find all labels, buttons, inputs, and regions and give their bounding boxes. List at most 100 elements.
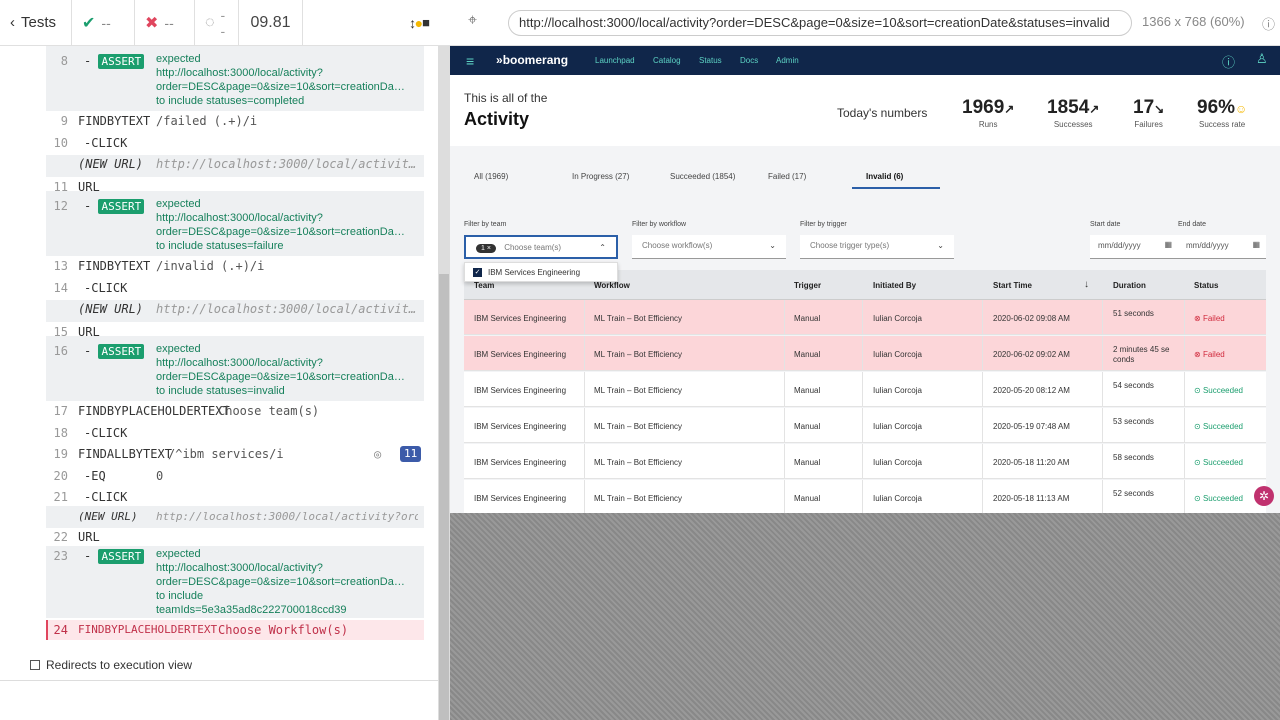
- column-separator: [784, 372, 785, 407]
- cell-initiated-by: Iulian Corcoja: [873, 386, 922, 395]
- selector-playground-icon[interactable]: ⌖: [468, 12, 477, 30]
- team-filter-label: Filter by team: [464, 221, 507, 228]
- user-icon[interactable]: ♙: [1256, 51, 1268, 67]
- stat-success-rate: 96%☺ Success rate: [1197, 97, 1248, 129]
- team-dropdown-option[interactable]: ✓ IBM Services Engineering: [464, 262, 618, 282]
- assert-expected: expected http://localhost:3000/local/act…: [156, 343, 405, 397]
- tab-failed[interactable]: Failed (17): [768, 172, 806, 189]
- cell-workflow: ML Train – Bot Efficiency: [594, 386, 683, 395]
- help-icon[interactable]: ⓘ: [1222, 52, 1235, 71]
- runner-scrollbar-thumb[interactable]: [439, 274, 449, 720]
- start-date-input[interactable]: mm/dd/yyyy ▦: [1090, 235, 1178, 259]
- table-row[interactable]: IBM Services Engineering ML Train – Bot E…: [464, 372, 1266, 407]
- check-icon: ✔: [82, 14, 96, 32]
- stop-icon[interactable]: ■: [422, 15, 430, 30]
- col-team[interactable]: Team: [474, 281, 494, 290]
- tab-succeeded[interactable]: Succeeded (1854): [670, 172, 735, 189]
- cell-workflow: ML Train – Bot Efficiency: [594, 350, 683, 359]
- cell-initiated-by: Iulian Corcoja: [873, 314, 922, 323]
- col-status[interactable]: Status: [1194, 281, 1218, 290]
- workflow-filter-select[interactable]: Choose workflow(s) ⌄: [632, 235, 786, 259]
- cell-trigger: Manual: [794, 494, 821, 503]
- status-text: Succeeded: [1202, 422, 1243, 431]
- url-input[interactable]: http://localhost:3000/local/activity?ord…: [508, 10, 1132, 36]
- chevrons-icon: »: [496, 53, 503, 67]
- chevron-down-icon: ⌄: [769, 241, 776, 250]
- trigger-filter-select[interactable]: Choose trigger type(s) ⌄: [800, 235, 954, 259]
- nav-status[interactable]: Status: [699, 56, 722, 65]
- smiley-icon: ☺: [1235, 102, 1248, 116]
- tab-invalid[interactable]: Invalid (6): [852, 172, 940, 189]
- tab-all[interactable]: All (1969): [474, 172, 508, 189]
- team-option-label: IBM Services Engineering: [488, 267, 581, 277]
- nav-catalog[interactable]: Catalog: [653, 56, 681, 65]
- selected-count-chip[interactable]: 1 ×: [476, 244, 496, 253]
- column-separator: [1184, 480, 1185, 513]
- passed-count: ✔ --: [72, 0, 135, 46]
- column-separator: [982, 444, 983, 479]
- error-circle-icon: ⊗: [1194, 350, 1203, 359]
- calendar-icon: ▦: [1252, 240, 1260, 249]
- check-circle-icon: ⊙: [1194, 386, 1203, 395]
- checkbox-checked-icon[interactable]: ✓: [473, 267, 482, 277]
- command-log: 8 - ASSERT expected http://localhost:300…: [46, 46, 424, 640]
- col-trigger[interactable]: Trigger: [794, 281, 821, 290]
- aut-url-bar: ⌖ http://localhost:3000/local/activity?o…: [450, 0, 1280, 46]
- column-separator: [982, 372, 983, 407]
- nav-admin[interactable]: Admin: [776, 56, 799, 65]
- cell-status: ⊙ Succeeded: [1194, 494, 1243, 503]
- column-separator: [584, 408, 585, 443]
- tests-nav-button[interactable]: ‹ Tests: [0, 0, 72, 46]
- col-initiated-by[interactable]: Initiated By: [873, 281, 916, 290]
- cell-initiated-by: Iulian Corcoja: [873, 494, 922, 503]
- nav-launchpad[interactable]: Launchpad: [595, 56, 635, 65]
- column-separator: [982, 300, 983, 335]
- end-date-input[interactable]: mm/dd/yyyy ▦: [1178, 235, 1266, 259]
- cell-duration: 52 seconds: [1113, 489, 1154, 498]
- info-icon[interactable]: ⓘ: [1262, 14, 1275, 33]
- sort-arrow-down-icon[interactable]: ↓: [1084, 279, 1089, 290]
- col-duration[interactable]: Duration: [1113, 281, 1146, 290]
- pending-count: ◌ --: [195, 0, 239, 46]
- redirects-checkbox[interactable]: Redirects to execution view: [30, 658, 192, 672]
- col-start-time[interactable]: Start Time: [993, 281, 1032, 290]
- passed-value: --: [101, 14, 111, 31]
- hamburger-menu-icon[interactable]: ≡: [466, 53, 474, 69]
- table-row[interactable]: IBM Services Engineering ML Train – Bot E…: [464, 300, 1266, 335]
- arrow-up-right-icon: ↗: [1089, 102, 1100, 116]
- cell-trigger: Manual: [794, 314, 821, 323]
- table-row[interactable]: IBM Services Engineering ML Train – Bot E…: [464, 336, 1266, 371]
- table-row[interactable]: IBM Services Engineering ML Train – Bot E…: [464, 480, 1266, 513]
- cell-duration: 58 seconds: [1113, 453, 1154, 462]
- checkbox-icon[interactable]: [30, 660, 40, 670]
- table-row[interactable]: IBM Services Engineering ML Train – Bot E…: [464, 408, 1266, 443]
- cell-start-time: 2020-06-02 09:08 AM: [993, 314, 1070, 323]
- table-row[interactable]: IBM Services Engineering ML Train – Bot E…: [464, 444, 1266, 479]
- cell-start-time: 2020-06-02 09:02 AM: [993, 350, 1070, 359]
- column-separator: [862, 480, 863, 513]
- stat-successes: 1854↗ Successes: [1047, 97, 1100, 129]
- nav-docs[interactable]: Docs: [740, 56, 758, 65]
- brand-logo[interactable]: »boomerang: [496, 53, 568, 67]
- empty-viewport-area: [450, 513, 1280, 720]
- tests-label: Tests: [21, 14, 57, 31]
- team-filter-placeholder: Choose team(s): [504, 243, 562, 252]
- app-navbar: ≡ »boomerang Launchpad Catalog Status Do…: [450, 46, 1280, 75]
- redirects-label: Redirects to execution view: [46, 658, 193, 672]
- scroll-toggle-icon[interactable]: ↕: [409, 15, 416, 31]
- debug-overlay-icon[interactable]: ✲: [1254, 486, 1274, 506]
- eye-hidden-icon[interactable]: ◎: [374, 447, 381, 461]
- cell-team: IBM Services Engineering: [474, 350, 567, 359]
- cell-duration: 54 seconds: [1113, 381, 1154, 390]
- col-workflow[interactable]: Workflow: [594, 281, 630, 290]
- column-separator: [1184, 300, 1185, 335]
- cell-workflow: ML Train – Bot Efficiency: [594, 494, 683, 503]
- arrow-down-right-icon: ↘: [1154, 102, 1165, 116]
- tab-in-progress[interactable]: In Progress (27): [572, 172, 629, 189]
- cell-start-time: 2020-05-19 07:48 AM: [993, 422, 1070, 431]
- cell-duration: 51 seconds: [1113, 309, 1154, 318]
- cell-status: ⊙ Succeeded: [1194, 386, 1243, 395]
- team-filter-select[interactable]: 1 × Choose team(s) ⌃: [464, 235, 618, 259]
- assert-badge: ASSERT: [98, 199, 145, 214]
- check-circle-icon: ⊙: [1194, 494, 1203, 503]
